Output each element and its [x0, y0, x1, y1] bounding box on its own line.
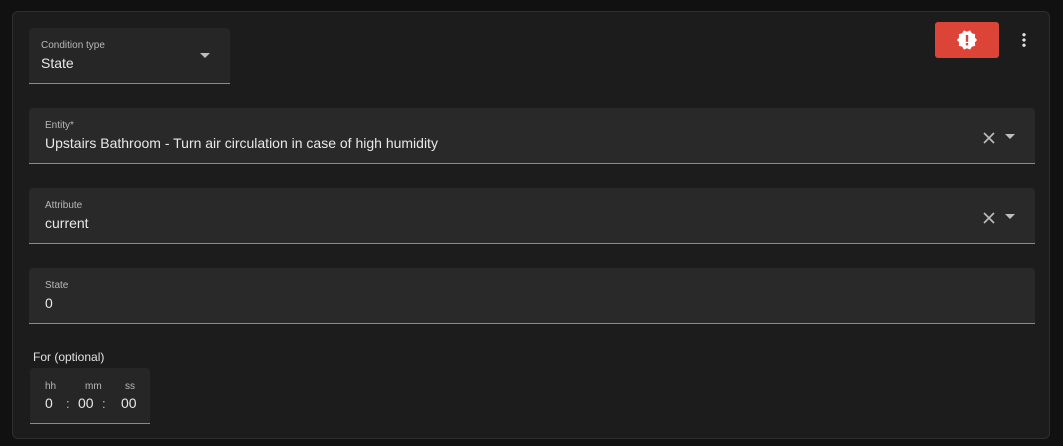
hours-input[interactable]: 0 [45, 395, 53, 411]
entity-value: Upstairs Bathroom - Turn air circulation… [45, 135, 438, 151]
time-separator: : [102, 396, 106, 411]
chevron-down-icon[interactable] [1005, 214, 1015, 219]
chevron-down-icon [200, 53, 210, 58]
minutes-unit-label: mm [85, 381, 102, 392]
chevron-down-icon[interactable] [1005, 134, 1015, 139]
alert-button[interactable] [935, 22, 999, 58]
minutes-input[interactable]: 00 [78, 395, 94, 411]
entity-label: Entity* [45, 120, 74, 131]
seconds-unit-label: ss [125, 381, 135, 392]
close-icon[interactable] [982, 211, 996, 225]
alert-decagram-icon [956, 30, 978, 50]
entity-picker[interactable]: Entity* Upstairs Bathroom - Turn air cir… [29, 108, 1035, 164]
state-value: 0 [45, 295, 53, 311]
condition-card: Condition type State Entity* Upstairs Ba… [12, 11, 1050, 439]
dots-vertical-icon[interactable] [1015, 31, 1033, 49]
state-label: State [45, 280, 69, 291]
duration-input[interactable]: hh mm ss 0 : 00 : 00 [30, 368, 150, 424]
condition-type-select[interactable]: Condition type State [29, 28, 230, 84]
state-input[interactable]: State 0 [29, 268, 1035, 324]
close-icon[interactable] [982, 131, 996, 145]
condition-type-value: State [41, 55, 74, 71]
hours-unit-label: hh [45, 381, 57, 392]
condition-type-label: Condition type [41, 40, 105, 51]
for-duration-label: For (optional) [33, 350, 105, 364]
seconds-input[interactable]: 00 [121, 395, 137, 411]
attribute-label: Attribute [45, 200, 83, 211]
time-separator: : [66, 396, 70, 411]
attribute-value: current [45, 215, 89, 231]
attribute-picker[interactable]: Attribute current [29, 188, 1035, 244]
